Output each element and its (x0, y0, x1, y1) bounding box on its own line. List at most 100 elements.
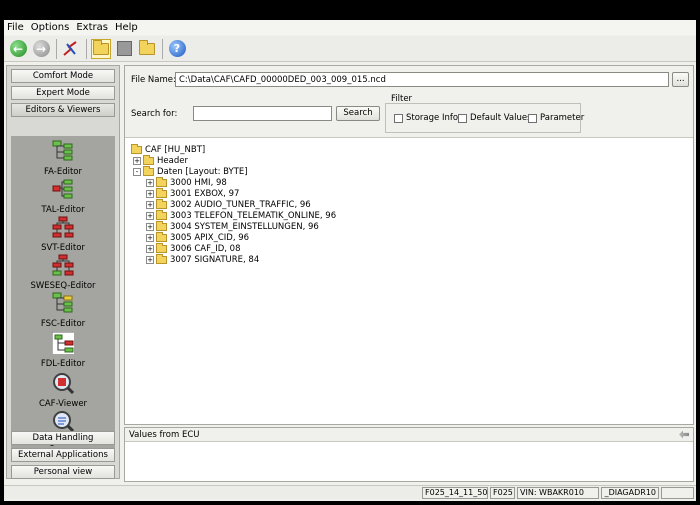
checkbox-label: Storage Info (406, 113, 459, 123)
caf-viewer-icon (53, 373, 75, 395)
tree-node-header[interactable]: + Header (133, 154, 188, 166)
editor-label: TAL-Editor (41, 205, 85, 215)
svt-editor-item[interactable]: SVT-Editor (11, 216, 115, 253)
folder-icon (156, 198, 167, 209)
menu-help[interactable]: Help (115, 22, 138, 33)
folder-icon (143, 165, 154, 176)
connect-icon (63, 40, 77, 56)
parameter-checkbox[interactable]: Parameter (528, 113, 584, 123)
tree-root[interactable]: CAF [HU_NBT] (131, 143, 206, 155)
menu-file[interactable]: File (7, 22, 24, 33)
comfort-mode-button[interactable]: Comfort Mode (11, 69, 115, 83)
editor-label: CAF-Viewer (38, 399, 88, 409)
tal-editor-icon (52, 179, 73, 199)
expert-mode-button[interactable]: Expert Mode (11, 86, 115, 100)
tree-node[interactable]: + 3003 TELEFON_TELEMATIK_ONLINE, 96 (146, 209, 337, 221)
editors-list: FA-Editor TAL-Editor SVT-Editor SWESEQ-E… (11, 136, 115, 450)
folder-button[interactable] (137, 39, 157, 59)
toolbar-separator (56, 38, 57, 59)
tree-label: 3003 TELEFON_TELEMATIK_ONLINE, 96 (170, 210, 337, 221)
search-button[interactable]: Search (336, 106, 380, 121)
checkbox-label: Parameter (540, 113, 585, 123)
collapse-icon[interactable]: - (133, 167, 141, 176)
tree-label: 3004 SYSTEM_EINSTELLUNGEN, 96 (170, 221, 319, 232)
status-series: F025 (490, 487, 515, 499)
storage-info-checkbox[interactable]: Storage Info (394, 113, 458, 123)
personal-view-button[interactable]: Personal view (11, 465, 115, 479)
menu-options[interactable]: Options (31, 22, 70, 33)
fa-editor-icon (52, 140, 73, 161)
back-button[interactable]: ← (8, 39, 28, 59)
search-label: Search for: (131, 109, 178, 119)
folder-icon (139, 39, 155, 55)
editors-viewers-button[interactable]: Editors & Viewers (11, 103, 115, 117)
expand-icon[interactable]: + (146, 200, 154, 209)
editor-label: SVT-Editor (41, 243, 85, 253)
checkbox-label: Default Values (470, 113, 532, 123)
expand-icon[interactable]: + (146, 178, 154, 187)
tree-label: 3001 EXBOX, 97 (170, 188, 240, 199)
tree-label: CAF [HU_NBT] (145, 144, 206, 155)
expand-icon[interactable]: + (146, 211, 154, 220)
tree-label: 3006 CAF_ID, 08 (170, 243, 241, 254)
expand-icon[interactable]: + (146, 255, 154, 264)
folder-icon (156, 231, 167, 242)
fdl-editor-icon (51, 331, 77, 357)
default-values-checkbox[interactable]: Default Values (458, 113, 532, 123)
tree-node[interactable]: + 3006 CAF_ID, 08 (146, 242, 241, 254)
expand-icon[interactable]: + (146, 189, 154, 198)
svt-editor-icon (52, 216, 74, 238)
help-icon: ? (168, 40, 186, 57)
expand-icon[interactable]: + (133, 156, 141, 165)
tree-node[interactable]: + 3007 SIGNATURE, 84 (146, 253, 260, 265)
sweseq-editor-item[interactable]: SWESEQ-Editor (11, 254, 115, 291)
log-viewer-icon (53, 411, 75, 433)
expand-icon[interactable]: + (146, 222, 154, 231)
expand-icon[interactable]: + (146, 244, 154, 253)
main-window: File Options Extras Help ← → ? Comfort M… (4, 20, 696, 501)
collapse-arrow-icon[interactable] (679, 430, 689, 439)
tal-editor-item[interactable]: TAL-Editor (11, 178, 115, 215)
toolbar: ← → ? (4, 36, 696, 62)
open-button[interactable] (91, 38, 111, 59)
file-name-label: File Name: (131, 75, 176, 85)
help-button[interactable]: ? (167, 39, 187, 59)
folder-icon (131, 143, 142, 154)
tree-label: 3007 SIGNATURE, 84 (170, 254, 260, 265)
data-handling-button[interactable]: Data Handling (11, 431, 115, 445)
tree-node[interactable]: + 3000 HMI, 98 (146, 176, 227, 188)
save-button[interactable] (114, 39, 134, 59)
tree-node[interactable]: + 3005 APIX_CID, 96 (146, 231, 250, 243)
checkbox-box (394, 113, 403, 123)
checkbox-box (458, 113, 467, 123)
menu-extras[interactable]: Extras (76, 22, 108, 33)
folder-icon (143, 154, 154, 165)
back-icon: ← (9, 40, 27, 57)
caf-viewer-item[interactable]: CAF-Viewer (11, 372, 115, 409)
external-applications-button[interactable]: External Applications (11, 448, 115, 462)
tree-label: 3005 APIX_CID, 96 (170, 232, 250, 243)
tree-node[interactable]: + 3001 EXBOX, 97 (146, 187, 240, 199)
fdl-editor-item[interactable]: FDL-Editor (11, 331, 115, 369)
open-folder-icon (93, 39, 109, 55)
tree-label: Daten [Layout: BYTE] (157, 166, 248, 177)
editor-label: FDL-Editor (40, 359, 86, 369)
tree-node-daten[interactable]: - Daten [Layout: BYTE] (133, 165, 248, 177)
tree-label: 3002 AUDIO_TUNER_TRAFFIC, 96 (170, 199, 311, 210)
browse-button[interactable]: ... (672, 72, 689, 87)
status-extra (661, 487, 694, 499)
status-diag-address: _DIAGADR10 (601, 487, 659, 499)
tree-node[interactable]: + 3002 AUDIO_TUNER_TRAFFIC, 96 (146, 198, 311, 210)
fa-editor-item[interactable]: FA-Editor (11, 140, 115, 177)
expand-icon[interactable]: + (146, 233, 154, 242)
tree-node[interactable]: + 3004 SYSTEM_EINSTELLUNGEN, 96 (146, 220, 319, 232)
file-name-field[interactable]: C:\Data\CAF\CAFD_00000DED_003_009_015.nc… (175, 72, 669, 87)
folder-icon (156, 220, 167, 231)
search-input[interactable] (193, 106, 332, 121)
forward-button[interactable]: → (31, 39, 51, 59)
values-title: Values from ECU (129, 429, 200, 440)
fsc-editor-item[interactable]: FSC-Editor (11, 292, 115, 329)
values-header: Values from ECU (125, 428, 693, 442)
connect-button[interactable] (61, 39, 81, 59)
menu-bar: File Options Extras Help (4, 20, 696, 35)
